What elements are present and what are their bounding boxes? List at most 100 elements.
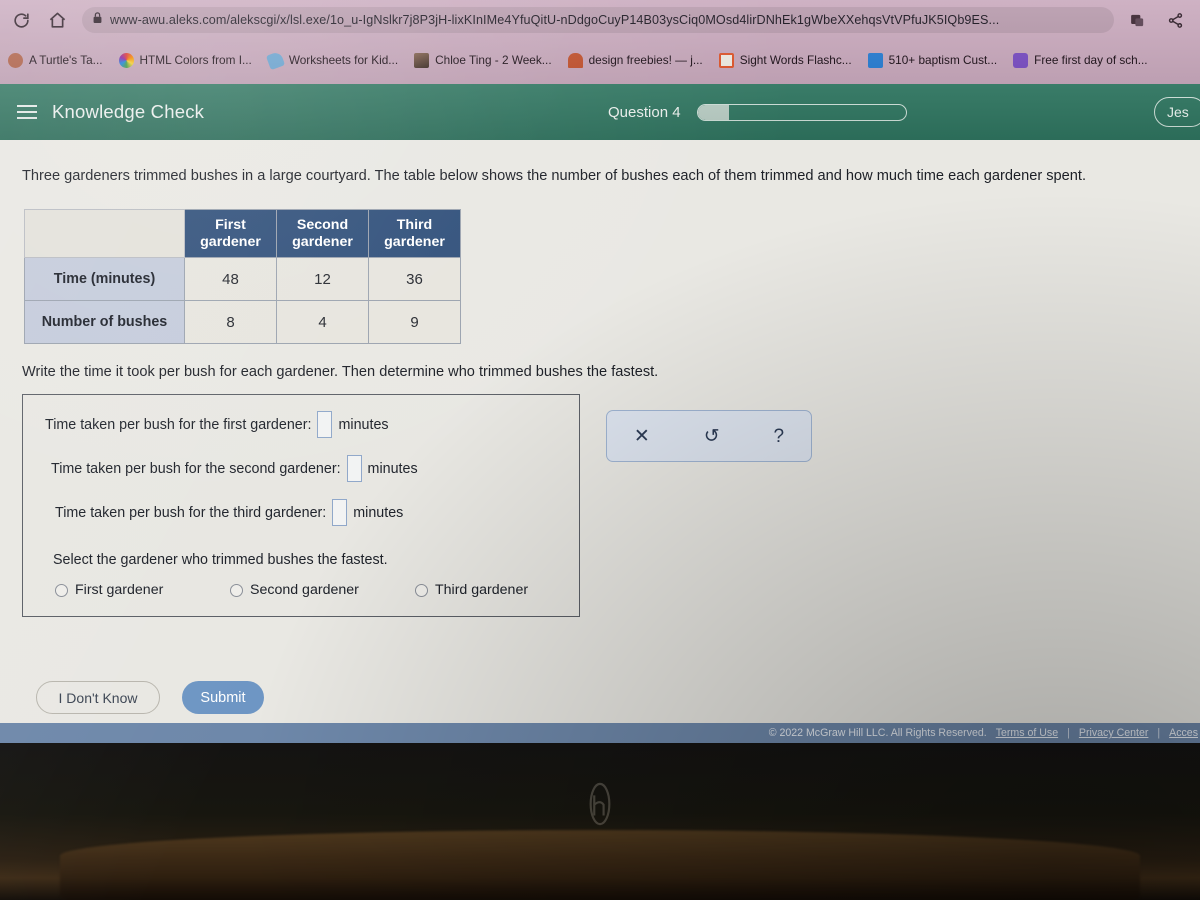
favicon-card-icon [718, 52, 734, 68]
bookmark-label: A Turtle's Ta... [29, 53, 103, 67]
favicon-tag-icon [265, 50, 285, 70]
answer-input-second[interactable] [346, 455, 362, 483]
footer-separator-2: | [1157, 727, 1161, 739]
home-icon[interactable] [44, 7, 70, 33]
help-icon[interactable]: ? [773, 427, 784, 446]
answer-panel: Time taken per bush for the first garden… [22, 394, 580, 618]
answer-line-first-unit: minutes [338, 416, 389, 433]
bookmark-item-6[interactable]: 510+ baptism Cust... [860, 51, 1006, 70]
bookmark-label: HTML Colors from I... [139, 53, 252, 67]
laptop-bezel [0, 743, 1200, 900]
lock-icon [92, 11, 103, 29]
answer-line-second-unit: minutes [367, 460, 418, 477]
table-corner-cell [24, 209, 185, 259]
table-col-header-0: First gardener [184, 209, 277, 259]
table-cell-1-1: 4 [276, 300, 369, 345]
progress-bar [696, 103, 907, 121]
answer-input-first[interactable] [317, 411, 333, 439]
table-cell-1-2: 9 [368, 300, 461, 345]
copyright-text: © 2022 McGraw Hill LLC. All Rights Reser… [768, 727, 987, 739]
hp-logo-icon [589, 782, 611, 826]
bookmark-label: design freebies! — j... [588, 53, 703, 67]
bookmark-label: 510+ baptism Cust... [888, 53, 998, 67]
favicon-arch-icon [567, 52, 583, 68]
question-label: Question 4 [608, 103, 681, 121]
favicon-photo-icon [414, 52, 430, 68]
accessibility-link[interactable]: Acces [1169, 727, 1198, 739]
url-text: www-awu.aleks.com/alekscgi/x/lsl.exe/1o_… [110, 13, 1000, 27]
bookmark-item-5[interactable]: Sight Words Flashc... [711, 51, 860, 70]
table-cell-0-1: 12 [276, 257, 369, 302]
table-cell-0-0: 48 [184, 257, 277, 302]
radio-button-icon[interactable] [415, 583, 428, 597]
progress-bar-fill [697, 104, 729, 120]
clear-icon[interactable]: ✕ [634, 427, 650, 446]
bookmark-item-1[interactable]: HTML Colors from I... [111, 51, 260, 70]
table-col-header-2: Third gardener [368, 209, 461, 259]
undo-icon[interactable]: ↺ [704, 427, 720, 446]
radio-option-second-gardener[interactable]: Second gardener [230, 582, 415, 598]
browser-chrome: www-awu.aleks.com/alekscgi/x/lsl.exe/1o_… [0, 0, 1200, 84]
tool-palette: ✕ ↺ ? [606, 410, 812, 463]
radio-button-icon[interactable] [230, 583, 243, 597]
bookmark-item-3[interactable]: Chloe Ting - 2 Week... [406, 51, 560, 70]
radio-label: Third gardener [435, 582, 529, 599]
answer-line-first: Time taken per bush for the first garden… [41, 411, 561, 439]
favicon-turtle-icon [8, 52, 23, 68]
user-avatar-badge[interactable]: Jes [1154, 97, 1200, 127]
radio-label: Second gardener [250, 582, 359, 599]
bookmarks-bar: A Turtle's Ta... HTML Colors from I... W… [0, 42, 1200, 78]
submit-button[interactable]: Submit [182, 681, 264, 715]
favicon-colorwheel-icon [118, 52, 134, 68]
page-footer: © 2022 McGraw Hill LLC. All Rights Reser… [0, 723, 1200, 743]
action-buttons: I Don't Know Submit [22, 681, 1182, 715]
laptop-screen-photo: www-awu.aleks.com/alekscgi/x/lsl.exe/1o_… [0, 0, 1200, 900]
answer-line-third: Time taken per bush for the third garden… [41, 499, 561, 527]
hamburger-menu-icon[interactable] [6, 105, 48, 119]
browser-toolbar: www-awu.aleks.com/alekscgi/x/lsl.exe/1o_… [0, 0, 1200, 40]
favicon-purple-icon [1013, 52, 1029, 68]
app-header: Knowledge Check Question 4 Jes [0, 84, 1200, 140]
answer-area: Time taken per bush for the first garden… [22, 394, 1182, 618]
table-header-row: First gardener Second gardener Third gar… [24, 209, 461, 259]
bookmark-item-7[interactable]: Free first day of sch... [1005, 51, 1155, 70]
question-subprompt: Write the time it took per bush for each… [22, 364, 659, 381]
table-row-header-1: Number of bushes [24, 300, 185, 345]
answer-line-third-unit: minutes [353, 504, 404, 521]
reload-icon[interactable] [8, 7, 34, 33]
answer-line-second: Time taken per bush for the second garde… [41, 455, 561, 483]
bookmark-item-0[interactable]: A Turtle's Ta... [0, 51, 111, 70]
bookmark-label: Sight Words Flashc... [739, 53, 852, 67]
page-title: Knowledge Check [52, 101, 205, 122]
radio-button-icon[interactable] [55, 583, 68, 597]
gardener-data-table: First gardener Second gardener Third gar… [24, 209, 461, 345]
radio-group-fastest-gardener: First gardener Second gardener Third gar… [41, 582, 561, 598]
dont-know-button[interactable]: I Don't Know [36, 681, 160, 715]
share-icon[interactable] [1162, 7, 1188, 33]
answer-input-third[interactable] [332, 499, 348, 527]
table-cell-1-0: 8 [184, 300, 277, 345]
privacy-center-link[interactable]: Privacy Center [1079, 727, 1148, 739]
favicon-blue-icon [867, 52, 883, 68]
bookmark-item-2[interactable]: Worksheets for Kid... [260, 50, 406, 70]
bookmark-label: Free first day of sch... [1034, 53, 1148, 67]
address-bar[interactable]: www-awu.aleks.com/alekscgi/x/lsl.exe/1o_… [82, 7, 1114, 33]
bookmark-label: Worksheets for Kid... [288, 53, 399, 67]
user-name: Jes [1167, 104, 1189, 120]
answer-line-second-label: Time taken per bush for the second garde… [51, 460, 341, 477]
radio-label: First gardener [75, 582, 164, 599]
question-prompt: Three gardeners trimmed bushes in a larg… [22, 168, 1087, 184]
table-row-header-0: Time (minutes) [24, 257, 185, 302]
table-row: Number of bushes 8 4 9 [24, 300, 461, 345]
table-cell-0-2: 36 [368, 257, 461, 302]
bookmark-label: Chloe Ting - 2 Week... [435, 53, 552, 67]
answer-line-third-label: Time taken per bush for the third garden… [55, 504, 327, 521]
terms-of-use-link[interactable]: Terms of Use [996, 727, 1058, 739]
extension-icon[interactable] [1124, 7, 1150, 33]
radio-option-first-gardener[interactable]: First gardener [55, 582, 230, 598]
radio-option-third-gardener[interactable]: Third gardener [415, 582, 528, 598]
select-instruction: Select the gardener who trimmed bushes t… [53, 552, 388, 569]
bookmark-item-4[interactable]: design freebies! — j... [560, 51, 711, 70]
table-row: Time (minutes) 48 12 36 [24, 257, 461, 302]
table-col-header-1: Second gardener [276, 209, 369, 259]
